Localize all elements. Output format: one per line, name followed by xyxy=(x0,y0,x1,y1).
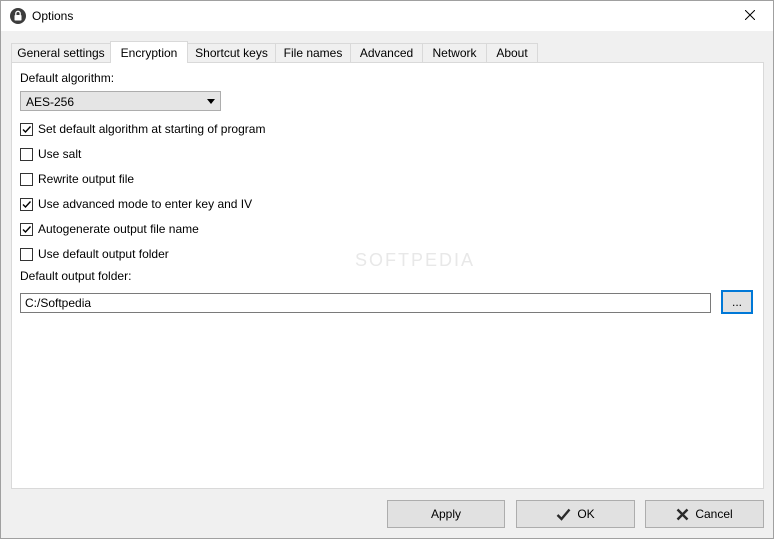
title-bar: Options xyxy=(1,1,773,31)
output-folder-label: Default output folder: xyxy=(20,269,132,283)
tab-encryption[interactable]: Encryption xyxy=(110,41,188,63)
checkbox-label: Autogenerate output file name xyxy=(38,222,199,236)
tab-general-settings[interactable]: General settings xyxy=(11,43,111,62)
checkbox-label: Set default algorithm at starting of pro… xyxy=(38,122,266,136)
checkbox-label: Use advanced mode to enter key and IV xyxy=(38,197,253,211)
cancel-label: Cancel xyxy=(695,507,733,521)
apply-button[interactable]: Apply xyxy=(387,500,505,528)
checkbox-label: Rewrite output file xyxy=(38,172,135,186)
window-title: Options xyxy=(32,9,74,23)
ok-button[interactable]: OK xyxy=(516,500,635,528)
algorithm-selected-value: AES-256 xyxy=(26,95,75,109)
output-folder-input[interactable] xyxy=(20,293,711,313)
checkmark-icon xyxy=(556,508,571,521)
checkbox-checked-icon[interactable] xyxy=(20,122,33,136)
browse-button[interactable]: ... xyxy=(721,290,753,314)
algorithm-dropdown[interactable]: AES-256 xyxy=(20,91,221,111)
close-button[interactable] xyxy=(727,1,773,31)
checkbox-checked-icon[interactable] xyxy=(20,222,33,236)
watermark-text: SOFTPEDIA xyxy=(355,250,476,270)
lock-icon xyxy=(10,8,26,24)
tab-network[interactable]: Network xyxy=(422,43,487,62)
checkbox-default-output-folder[interactable]: Use default output folder xyxy=(20,246,169,262)
checkbox-unchecked-icon[interactable] xyxy=(20,247,33,261)
tab-about[interactable]: About xyxy=(486,43,538,62)
ok-label: OK xyxy=(577,507,595,521)
default-algorithm-label: Default algorithm: xyxy=(20,71,115,85)
dropdown-arrow-icon xyxy=(207,99,215,104)
checkbox-checked-icon[interactable] xyxy=(20,197,33,211)
close-icon xyxy=(744,9,756,23)
tab-shortcut-keys[interactable]: Shortcut keys xyxy=(187,43,276,62)
checkbox-autogenerate-name[interactable]: Autogenerate output file name xyxy=(20,221,199,237)
checkbox-label: Use salt xyxy=(38,147,82,161)
checkbox-set-default-algorithm[interactable]: Set default algorithm at starting of pro… xyxy=(20,121,265,137)
checkbox-label: Use default output folder xyxy=(38,247,169,261)
checkbox-rewrite-output-file[interactable]: Rewrite output file xyxy=(20,171,134,187)
tab-advanced[interactable]: Advanced xyxy=(350,43,423,62)
tab-file-names[interactable]: File names xyxy=(275,43,351,62)
checkbox-unchecked-icon[interactable] xyxy=(20,172,33,186)
checkbox-use-salt[interactable]: Use salt xyxy=(20,146,81,162)
options-window: Options General settings Encryption Shor… xyxy=(0,0,774,539)
encryption-panel: Default algorithm: AES-256 Set default a… xyxy=(11,62,764,489)
apply-label: Apply xyxy=(430,507,462,521)
cancel-button[interactable]: Cancel xyxy=(645,500,764,528)
checkbox-advanced-mode[interactable]: Use advanced mode to enter key and IV xyxy=(20,196,252,212)
checkbox-unchecked-icon[interactable] xyxy=(20,147,33,161)
cross-icon xyxy=(676,508,689,521)
